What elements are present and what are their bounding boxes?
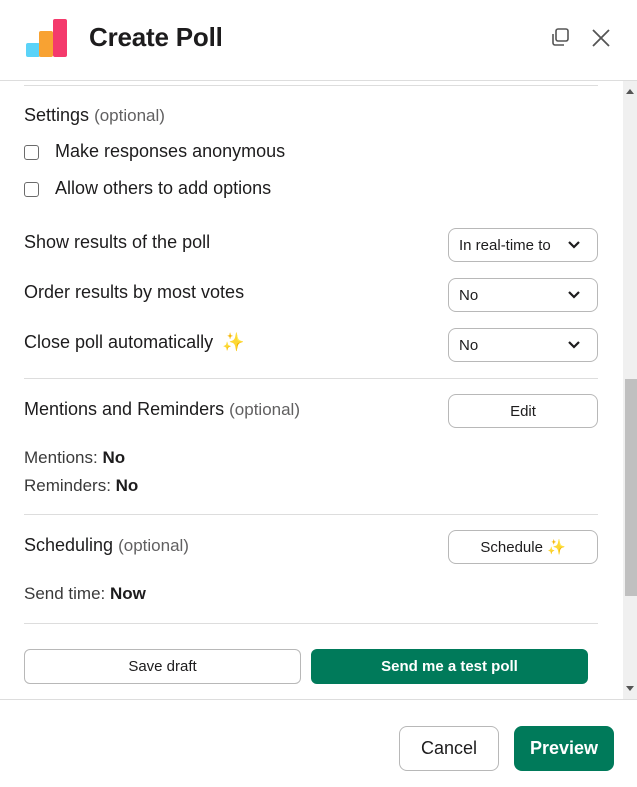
schedule-button[interactable]: Schedule ✨: [448, 530, 598, 564]
section-divider: [24, 378, 598, 379]
chevron-down-icon: [568, 291, 580, 299]
anonymous-checkbox[interactable]: [24, 144, 39, 160]
scheduling-title: Scheduling: [24, 535, 114, 555]
save-draft-button[interactable]: Save draft: [24, 649, 301, 684]
mentions-key: Mentions:: [24, 448, 98, 467]
open-in-window-icon[interactable]: [548, 26, 572, 50]
logo-bar-medium: [39, 31, 53, 57]
send-time-key: Send time:: [24, 584, 106, 603]
allow-add-options-checkbox[interactable]: [24, 181, 39, 197]
section-divider: [24, 85, 598, 86]
show-results-value: In real-time to: [459, 236, 551, 254]
optional-label: (optional): [118, 536, 189, 555]
edit-mentions-button[interactable]: Edit: [448, 394, 598, 428]
allow-add-options-label: Allow others to add options: [55, 178, 272, 198]
send-time-value: Now: [110, 584, 146, 603]
logo-bar-short: [26, 43, 40, 57]
logo-bar-tall: [53, 19, 67, 57]
order-results-label: Order results by most votes: [24, 282, 245, 302]
send-time-status: Send time: Now: [24, 584, 146, 604]
chevron-down-icon: [568, 341, 580, 349]
show-results-label: Show results of the poll: [24, 232, 211, 252]
close-poll-value: No: [459, 336, 479, 354]
section-divider: [24, 514, 598, 515]
settings-heading: Settings (optional): [24, 105, 165, 126]
modal-footer: Cancel Preview: [0, 699, 637, 787]
scrollbar[interactable]: [623, 81, 637, 699]
allow-add-options-checkbox-row[interactable]: Allow others to add options: [24, 178, 271, 199]
sparkles-icon: ✨: [546, 539, 566, 556]
anonymous-checkbox-row[interactable]: Make responses anonymous: [24, 141, 285, 162]
bar-chart-logo-icon: [25, 17, 67, 57]
optional-label: (optional): [94, 106, 165, 125]
scrollbar-thumb[interactable]: [625, 379, 637, 596]
reminders-key: Reminders:: [24, 476, 111, 495]
preview-button[interactable]: Preview: [514, 726, 614, 771]
scroll-up-arrow-icon[interactable]: [626, 89, 634, 94]
close-poll-label: Close poll automatically: [24, 332, 214, 352]
order-results-select[interactable]: No: [448, 278, 598, 312]
modal-header: Create Poll: [0, 0, 637, 81]
modal-body: Settings (optional) Make responses anony…: [0, 81, 637, 699]
optional-label: (optional): [229, 400, 300, 419]
section-divider: [24, 623, 598, 624]
scroll-down-arrow-icon[interactable]: [626, 686, 634, 691]
close-poll-heading: Close poll automatically ✨: [24, 332, 245, 353]
mentions-title: Mentions and Reminders: [24, 399, 225, 419]
scheduling-heading: Scheduling (optional): [24, 535, 189, 556]
mentions-status: Mentions: No: [24, 448, 125, 468]
close-icon[interactable]: [589, 26, 613, 50]
reminders-value: No: [115, 476, 139, 495]
mentions-heading: Mentions and Reminders (optional): [24, 399, 300, 420]
show-results-select[interactable]: In real-time to: [448, 228, 598, 262]
schedule-label: Schedule: [480, 538, 543, 556]
close-poll-select[interactable]: No: [448, 328, 598, 362]
settings-title: Settings: [24, 105, 90, 125]
sparkles-icon: ✨: [222, 332, 245, 352]
cancel-button[interactable]: Cancel: [399, 726, 499, 771]
reminders-status: Reminders: No: [24, 476, 138, 496]
send-test-poll-button[interactable]: Send me a test poll: [311, 649, 588, 684]
order-results-value: No: [459, 286, 479, 304]
anonymous-label: Make responses anonymous: [55, 141, 286, 161]
mentions-value: No: [102, 448, 126, 467]
chevron-down-icon: [568, 241, 580, 249]
modal-title: Create Poll: [89, 22, 223, 52]
